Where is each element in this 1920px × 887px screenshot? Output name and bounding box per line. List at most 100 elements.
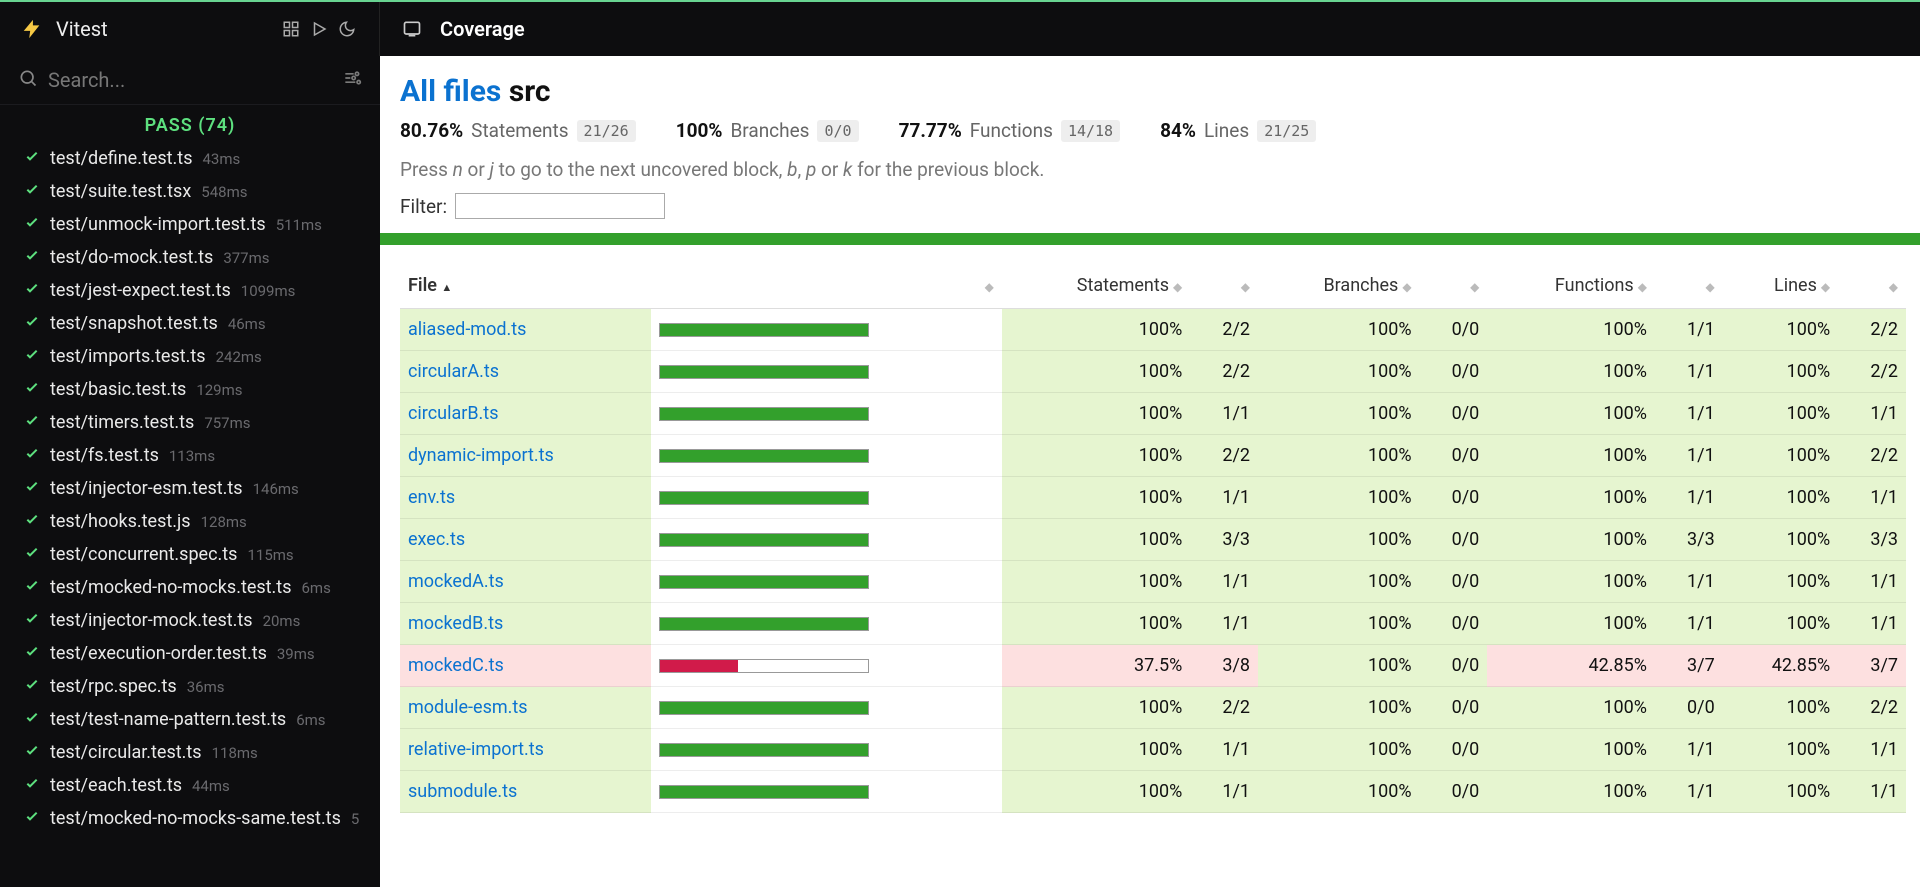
coverage-bar [659, 365, 869, 379]
cell-branches-pct: 100% [1258, 309, 1420, 351]
file-link[interactable]: mockedA.ts [408, 571, 504, 592]
cell-lines-frac: 1/1 [1838, 477, 1906, 519]
filter-input[interactable] [455, 193, 665, 219]
file-link[interactable]: aliased-mod.ts [408, 319, 526, 340]
cell-branches-pct: 100% [1258, 351, 1420, 393]
check-icon [24, 148, 40, 169]
cell-branches-frac: 0/0 [1420, 477, 1488, 519]
cell-functions-pct: 100% [1487, 603, 1655, 645]
test-item[interactable]: test/injector-mock.test.ts 20ms [24, 604, 370, 637]
test-item[interactable]: test/mocked-no-mocks-same.test.ts 5 [24, 802, 370, 835]
cell-statements-frac: 2/2 [1190, 687, 1258, 729]
check-icon [24, 346, 40, 367]
test-duration: 1099ms [241, 282, 296, 300]
file-link[interactable]: exec.ts [408, 529, 465, 550]
cell-lines-pct: 100% [1723, 309, 1838, 351]
file-link[interactable]: circularA.ts [408, 361, 499, 382]
cell-branches-pct: 100% [1258, 645, 1420, 687]
test-item[interactable]: test/unmock-import.test.ts 511ms [24, 208, 370, 241]
cell-statements-pct: 100% [1002, 729, 1190, 771]
cell-functions-frac: 1/1 [1655, 351, 1723, 393]
sort-asc-icon: ▲ [441, 281, 452, 294]
test-item[interactable]: test/mocked-no-mocks.test.ts 6ms [24, 571, 370, 604]
breadcrumb-root[interactable]: All files [400, 74, 501, 109]
test-duration: 46ms [228, 315, 266, 333]
coverage-bar [659, 785, 869, 799]
cell-branches-frac: 0/0 [1420, 561, 1488, 603]
search-input[interactable] [48, 68, 332, 92]
test-item[interactable]: test/timers.test.ts 757ms [24, 406, 370, 439]
file-link[interactable]: module-esm.ts [408, 697, 528, 718]
test-item[interactable]: test/hooks.test.js 128ms [24, 505, 370, 538]
test-item[interactable]: test/do-mock.test.ts 377ms [24, 241, 370, 274]
test-item[interactable]: test/fs.test.ts 113ms [24, 439, 370, 472]
col-statements-frac[interactable]: ◆ [1190, 263, 1258, 309]
col-functions-frac[interactable]: ◆ [1655, 263, 1723, 309]
test-item[interactable]: test/concurrent.spec.ts 115ms [24, 538, 370, 571]
file-link[interactable]: mockedB.ts [408, 613, 503, 634]
cell-statements-frac: 1/1 [1190, 393, 1258, 435]
col-lines[interactable]: Lines◆ [1723, 263, 1838, 309]
test-path: test/jest-expect.test.ts [50, 280, 231, 301]
col-statements[interactable]: Statements◆ [1002, 263, 1190, 309]
test-item[interactable]: test/injector-esm.test.ts 146ms [24, 472, 370, 505]
cell-functions-pct: 100% [1487, 435, 1655, 477]
cell-lines-frac: 3/7 [1838, 645, 1906, 687]
cell-branches-frac: 0/0 [1420, 393, 1488, 435]
col-branches[interactable]: Branches◆ [1258, 263, 1420, 309]
file-link[interactable]: circularB.ts [408, 403, 498, 424]
coverage-tab-icon[interactable] [398, 15, 426, 43]
test-path: test/timers.test.ts [50, 412, 194, 433]
file-link[interactable]: submodule.ts [408, 781, 517, 802]
file-link[interactable]: dynamic-import.ts [408, 445, 554, 466]
file-link[interactable]: env.ts [408, 487, 455, 508]
file-link[interactable]: relative-import.ts [408, 739, 544, 760]
test-item[interactable]: test/execution-order.test.ts 39ms [24, 637, 370, 670]
file-link[interactable]: mockedC.ts [408, 655, 504, 676]
cell-lines-pct: 100% [1723, 771, 1838, 813]
check-icon [24, 280, 40, 301]
test-item[interactable]: test/jest-expect.test.ts 1099ms [24, 274, 370, 307]
check-icon [24, 214, 40, 235]
test-duration: 129ms [196, 381, 242, 399]
test-item[interactable]: test/snapshot.test.ts 46ms [24, 307, 370, 340]
col-bar[interactable]: ◆ [651, 263, 1002, 309]
topbar: Vitest Coverage [0, 2, 1920, 56]
topbar-right: Coverage [380, 2, 543, 56]
cell-lines-frac: 2/2 [1838, 309, 1906, 351]
filter-settings-icon[interactable] [342, 68, 362, 92]
dashboard-icon[interactable] [277, 15, 305, 43]
test-item[interactable]: test/define.test.ts 43ms [24, 142, 370, 175]
cell-branches-frac: 0/0 [1420, 687, 1488, 729]
coverage-bar [659, 617, 869, 631]
coverage-panel[interactable]: All files src 80.76% Statements 21/26 10… [380, 56, 1920, 887]
vitest-logo-icon [18, 15, 46, 43]
cell-branches-pct: 100% [1258, 603, 1420, 645]
test-item[interactable]: test/rpc.spec.ts 36ms [24, 670, 370, 703]
cell-branches-pct: 100% [1258, 729, 1420, 771]
cell-statements-pct: 100% [1002, 309, 1190, 351]
test-item[interactable]: test/each.test.ts 44ms [24, 769, 370, 802]
moon-icon[interactable] [333, 15, 361, 43]
coverage-tab-label[interactable]: Coverage [440, 17, 525, 41]
breadcrumb-current: src [509, 74, 551, 109]
test-item[interactable]: test/imports.test.ts 242ms [24, 340, 370, 373]
sort-icon: ◆ [1634, 280, 1647, 294]
test-item[interactable]: test/suite.test.tsx 548ms [24, 175, 370, 208]
check-icon [24, 577, 40, 598]
test-item[interactable]: test/circular.test.ts 118ms [24, 736, 370, 769]
test-list[interactable]: test/define.test.ts 43mstest/suite.test.… [0, 142, 380, 887]
col-functions[interactable]: Functions◆ [1487, 263, 1655, 309]
col-file[interactable]: File ▲ [400, 263, 651, 309]
cell-branches-frac: 0/0 [1420, 729, 1488, 771]
cell-statements-pct: 100% [1002, 561, 1190, 603]
test-path: test/define.test.ts [50, 148, 192, 169]
cell-statements-frac: 1/1 [1190, 477, 1258, 519]
test-item[interactable]: test/test-name-pattern.test.ts 6ms [24, 703, 370, 736]
col-branches-frac[interactable]: ◆ [1420, 263, 1488, 309]
table-row: mockedA.ts100%1/1100%0/0100%1/1100%1/1 [400, 561, 1906, 603]
col-lines-frac[interactable]: ◆ [1838, 263, 1906, 309]
run-icon[interactable] [305, 15, 333, 43]
table-row: submodule.ts100%1/1100%0/0100%1/1100%1/1 [400, 771, 1906, 813]
test-item[interactable]: test/basic.test.ts 129ms [24, 373, 370, 406]
